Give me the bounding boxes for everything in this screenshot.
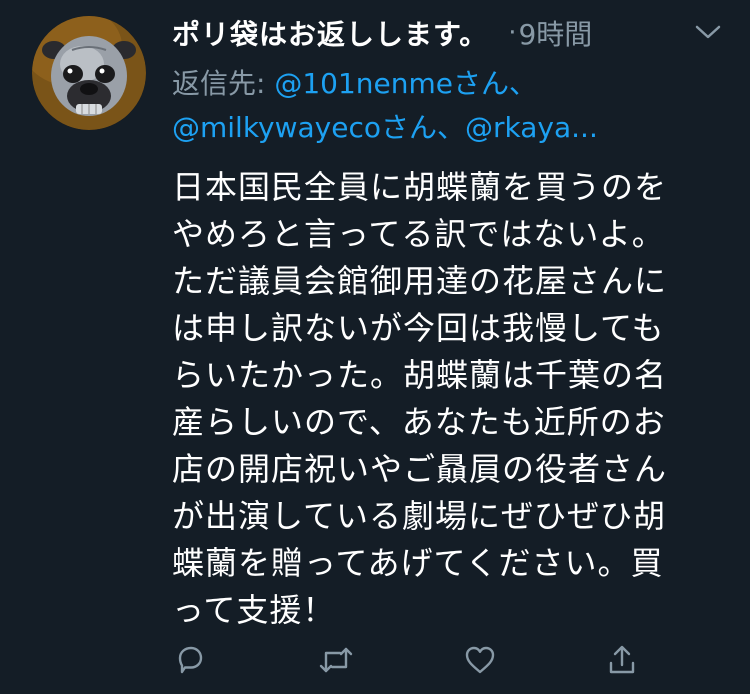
tweet-body-line: 蝶蘭を贈ってあげてください。買 [172,544,664,582]
tweet-body-line: 日本国民全員に胡蝶蘭を買うのを [172,168,668,206]
tweet-body-line: は申し訳ないが今回は我慢しても [172,309,665,347]
tweet-body-line: 店の開店祝いやご贔屓の役者さん [172,450,668,488]
mention-link[interactable]: @milkywayecoさん、 [172,111,465,144]
mention-link[interactable]: @101nenmeさん、 [274,67,537,100]
tweet-body-line: って支援！ [172,591,336,629]
timestamp[interactable]: 9時間 [518,13,592,53]
pug-avatar-image [32,16,146,130]
like-button[interactable] [460,640,500,680]
avatar[interactable] [32,16,146,130]
heart-icon [465,646,495,674]
tweet-body-line: やめろと言ってる訳ではないよ。 [172,215,665,253]
reply-to-line: 返信先: @101nenmeさん、 @milkywayecoさん、@rkaya.… [172,62,702,150]
share-icon [609,645,635,674]
share-button[interactable] [602,640,642,680]
reply-icon [178,646,203,674]
tweet-body: 日本国民全員に胡蝶蘭を買うのを やめろと言ってる訳ではないよ。 ただ議員会館御用… [172,164,720,634]
retweet-button[interactable] [316,640,356,680]
retweet-icon [319,647,353,673]
tweet-body-line: らいたかった。胡蝶蘭は千葉の名 [172,356,668,394]
tweet-actions [0,640,750,684]
separator-dot: · [508,18,517,48]
tweet-body-line: 産らしいので、あなたも近所のお [172,403,666,441]
tweet-body-line: ただ議員会館御用達の花屋さんに [172,262,668,300]
reply-button[interactable] [170,640,210,680]
display-name[interactable]: ポリ袋はお返しします。 [172,13,488,53]
mention-link[interactable]: @rkaya... [465,111,598,144]
tweet[interactable]: ポリ袋はお返しします。 · 9時間 返信先: @101nenmeさん、 @mil… [0,0,750,694]
tweet-body-line: が出演している劇場にぜひぜひ胡 [172,497,667,535]
chevron-down-icon[interactable] [694,22,722,42]
reply-to-prefix: 返信先: [172,67,275,100]
tweet-header: ポリ袋はお返しします。 · 9時間 [172,12,732,54]
